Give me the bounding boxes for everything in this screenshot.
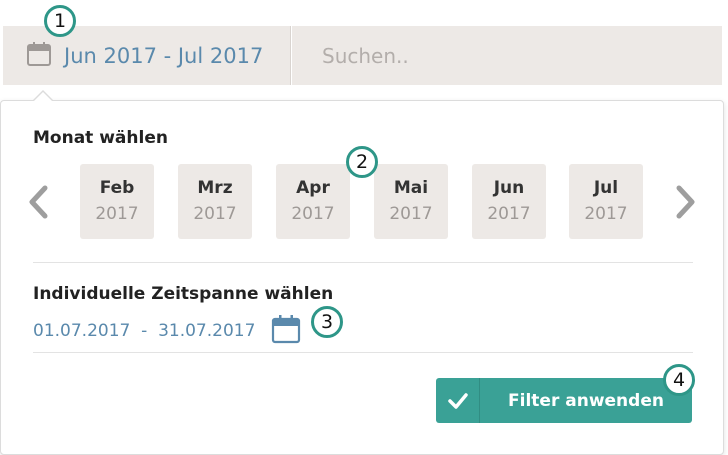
calendar-icon[interactable]: [271, 314, 301, 348]
month-name: Jul: [593, 178, 619, 198]
month-tile-mrz[interactable]: Mrz 2017: [178, 164, 252, 239]
divider: [33, 352, 693, 353]
chevron-left-icon: [24, 180, 52, 224]
month-year: 2017: [487, 204, 531, 224]
popover-caret-fill: [33, 92, 53, 102]
apply-filter-label: Filter anwenden: [508, 390, 664, 411]
search-input[interactable]: [292, 26, 722, 85]
custom-range-title: Individuelle Zeitspanne wählen: [33, 284, 334, 304]
month-name: Feb: [99, 178, 135, 198]
next-months-button[interactable]: [672, 180, 700, 224]
custom-range-row: 01.07.2017 - 31.07.2017: [33, 314, 301, 348]
custom-range-label[interactable]: 01.07.2017 - 31.07.2017: [33, 321, 255, 341]
calendar-icon: [26, 41, 52, 71]
month-tile-jul[interactable]: Jul 2017: [569, 164, 643, 239]
callout-1: 1: [44, 5, 76, 37]
month-year: 2017: [291, 204, 335, 224]
date-range-toggle[interactable]: Jun 2017 - Jul 2017: [3, 26, 291, 85]
month-year: 2017: [193, 204, 237, 224]
callout-4: 4: [663, 364, 695, 396]
previous-months-button[interactable]: [24, 180, 52, 224]
month-name: Mrz: [197, 178, 233, 198]
filter-bar: Jun 2017 - Jul 2017: [0, 0, 728, 100]
date-range-label: Jun 2017 - Jul 2017: [64, 43, 264, 68]
month-name: Apr: [296, 178, 330, 198]
month-year: 2017: [95, 204, 139, 224]
month-tile-apr[interactable]: Apr 2017: [276, 164, 350, 239]
callout-3: 3: [311, 306, 343, 338]
month-name: Mai: [393, 178, 429, 198]
month-tile-jun[interactable]: Jun 2017: [472, 164, 546, 239]
month-tile-feb[interactable]: Feb 2017: [80, 164, 154, 239]
search-box: [292, 26, 722, 85]
divider: [33, 262, 693, 263]
month-year: 2017: [584, 204, 628, 224]
month-year: 2017: [389, 204, 433, 224]
month-tile-mai[interactable]: Mai 2017: [374, 164, 448, 239]
apply-filter-button[interactable]: Filter anwenden: [436, 378, 692, 423]
check-icon: [436, 378, 480, 423]
month-picker-title: Monat wählen: [33, 128, 168, 148]
callout-2: 2: [346, 146, 378, 178]
month-name: Jun: [493, 178, 525, 198]
chevron-right-icon: [672, 180, 700, 224]
